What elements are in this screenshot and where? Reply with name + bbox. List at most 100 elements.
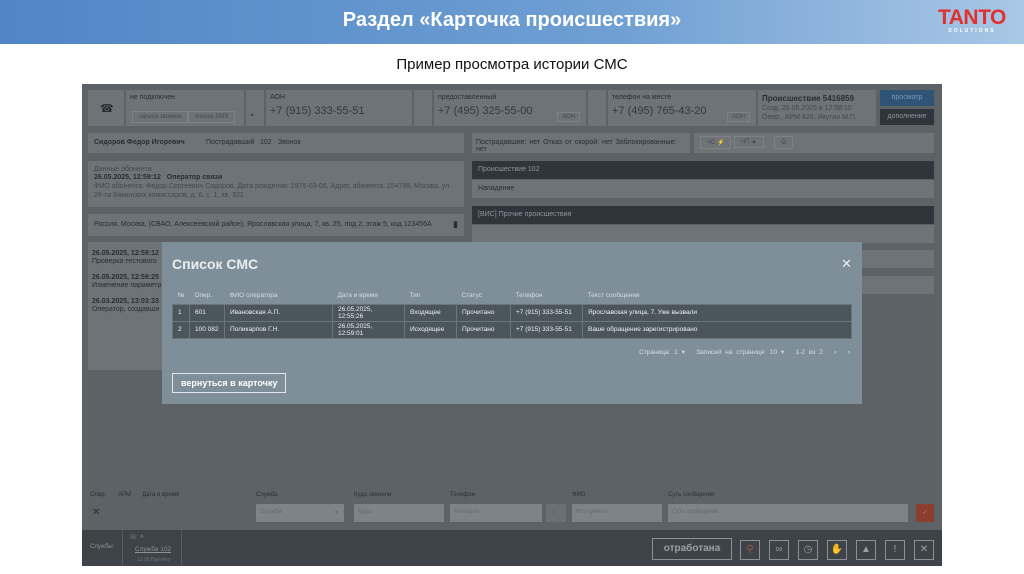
- cell: Ваше обращение зарегистрировано: [581, 320, 853, 339]
- aon-field: АОН +7 (915) 333-55-51: [266, 90, 412, 126]
- print-icon[interactable]: ⎙: [774, 136, 793, 149]
- subscriber-datetime: 26.05.2025, 12:59:12: [94, 174, 161, 181]
- emergency-buttons: ЧС ⚡ ЧП ▲ ⎙: [694, 133, 934, 153]
- back-to-card-button[interactable]: вернуться в карточку: [172, 373, 287, 393]
- fio-input[interactable]: Кто принял: [572, 504, 662, 522]
- chevron-left-icon[interactable]: ‹: [834, 349, 836, 356]
- close-icon[interactable]: ✕: [841, 256, 852, 272]
- cell: 100 082: [188, 320, 225, 339]
- cell: Ивановская А.П.: [223, 303, 333, 322]
- provided-phone-field: предоставленный +7 (495) 325-55-00 АОН: [434, 90, 586, 126]
- eis-body: [472, 225, 934, 243]
- subscriber-label: Данные абонента: [94, 166, 152, 173]
- incident-type-text: Нападение: [478, 185, 515, 192]
- addition-button[interactable]: дополнение: [880, 109, 934, 125]
- service-status: 13:58 Принято: [137, 557, 171, 563]
- phone-sms-icons-2[interactable]: [414, 90, 432, 126]
- caller-role: Пострадавший: [206, 139, 255, 146]
- phone-input[interactable]: Телефон: [450, 504, 542, 522]
- link-icon[interactable]: ∞: [769, 540, 789, 560]
- address-text: Россия, Москва, (СВАО, Алексеевский райо…: [94, 221, 432, 228]
- service-name: Служба 102: [135, 546, 172, 553]
- sms-list-button[interactable]: список SMS: [188, 111, 236, 123]
- message-label: Суть сообщения: [668, 492, 715, 498]
- aon-button[interactable]: АОН: [557, 112, 580, 122]
- app-screenshot: ☎ не подключен записи звонков список SMS…: [82, 84, 942, 566]
- to-input[interactable]: Куда: [354, 504, 444, 522]
- hangup-button[interactable]: ☎: [88, 90, 124, 126]
- cs-button[interactable]: ЧС ⚡: [700, 136, 732, 149]
- col-oper: Опер.: [194, 292, 213, 300]
- timer-icon[interactable]: ◷: [798, 540, 818, 560]
- phone-sms-icons-3[interactable]: [588, 90, 606, 126]
- line-status: не подключен записи звонков список SMS: [126, 90, 244, 126]
- page-select[interactable]: Страница: 1: [639, 349, 678, 356]
- history-text: Оператор, создавши: [92, 306, 160, 313]
- fio-label: ФИО: [572, 492, 586, 498]
- cell: Исходящее: [403, 320, 457, 339]
- message-input[interactable]: Суть сообщения: [668, 504, 908, 522]
- table-row[interactable]: 2 100 082 Поликарпов Г.Н. 26.05.2025, 12:59…: [172, 320, 853, 339]
- cell: Входящее: [403, 303, 457, 322]
- hand-icon[interactable]: ✋: [827, 540, 847, 560]
- incident-operator: Опер., АРМ 426, Якутин М.П.: [762, 114, 857, 121]
- cp-button[interactable]: ЧП ▲: [734, 136, 764, 148]
- victims-flag: Пострадавшие: нет: [476, 139, 541, 146]
- map-icon[interactable]: ▮: [453, 219, 458, 230]
- subscriber-source: Оператор связи: [166, 174, 223, 181]
- chevron-right-icon[interactable]: ›: [848, 349, 850, 356]
- incident-created: Созд. 26.05.2025 в 12:58:10: [762, 105, 852, 112]
- phone-icon[interactable]: ☎: [546, 504, 566, 522]
- cell: +7 (915) 333-55-51: [509, 303, 583, 322]
- pagination: Страница: 1 ▾ Записей на странице: 10 ▾ …: [639, 349, 850, 356]
- aon-phone: +7 (915) 333-55-51: [270, 105, 365, 117]
- service-tab[interactable]: ☏ ˄ Служба 102 13:58 Принято: [122, 530, 182, 566]
- aon-button-2[interactable]: АОН: [727, 112, 750, 122]
- slide-subtitle: Пример просмотра истории СМС: [396, 56, 628, 73]
- phone-label: Телефон: [450, 492, 475, 498]
- provided-phone: +7 (495) 325-55-00: [438, 105, 533, 117]
- slide-header: Раздел «Карточка происшествия» TANTO SOLU…: [0, 0, 1024, 44]
- col-number: №: [177, 292, 185, 300]
- history-text: Изменение параметр: [92, 282, 162, 289]
- page-range: 1-2 из 2: [795, 349, 823, 356]
- subscriber-details: ФИО абонента: Федор Сергеевич Сидоров, Д…: [94, 183, 452, 199]
- incident-service: Происшествие 102: [478, 166, 540, 173]
- incident-summary: Происшествие 5416859 Созд. 26.05.2025 в …: [758, 90, 876, 126]
- table-row[interactable]: 1 601 Ивановская А.П. 26.05.2025, 12:55:26 В…: [172, 303, 853, 322]
- onsite-phone: +7 (495) 765-43-20: [612, 105, 707, 117]
- call-records-button[interactable]: записи звонков: [132, 111, 189, 123]
- sms-list-modal: Список СМС ✕ № Опер. ФИО оператора Дата …: [162, 242, 862, 404]
- close-icon[interactable]: ✕: [92, 507, 100, 518]
- incident-type: Нападение: [472, 180, 934, 198]
- history-time: 26.05.2025, 12:59:25: [92, 274, 159, 281]
- tanto-logo: TANTO SOLUTIONS: [938, 6, 1006, 34]
- cell: 26.05.2025, 12:55:26: [331, 303, 405, 322]
- col-phone: Телефон: [515, 292, 543, 300]
- caller-type: Звонок: [278, 139, 301, 146]
- done-button[interactable]: отработана: [652, 538, 732, 560]
- eis-header: [ВИС] Прочие происшествия: [472, 206, 934, 224]
- caller-name: Сидоров Федор Игоревич: [94, 139, 185, 146]
- submit-check-icon[interactable]: ✓: [916, 504, 934, 522]
- sms-table: № Опер. ФИО оператора Дата и время Тип С…: [172, 288, 853, 339]
- phone-sms-icons[interactable]: ▪: [246, 90, 264, 126]
- alarm-icon[interactable]: ▲: [856, 540, 876, 560]
- location-pin-icon[interactable]: ⚲: [740, 540, 760, 560]
- address-field: Россия, Москва, (СВАО, Алексеевский райо…: [88, 214, 464, 236]
- aon-label: АОН: [270, 94, 286, 101]
- history-text: Проверка тестового: [92, 258, 157, 265]
- alert-message-icon[interactable]: !: [885, 540, 905, 560]
- view-button[interactable]: просмотр: [880, 90, 934, 106]
- cell: 601: [188, 303, 225, 322]
- chevron-down-icon: ▾: [334, 510, 338, 516]
- per-page-select[interactable]: Записей на странице: 10: [696, 349, 777, 356]
- connection-status: не подключен: [130, 94, 176, 101]
- onsite-label: телефон на месте: [612, 94, 672, 101]
- close-card-icon[interactable]: ✕: [914, 540, 934, 560]
- phone-icon: ☏ ˄: [129, 534, 144, 541]
- cell: Ярославская улица, 7. Уже вызвали: [581, 303, 853, 322]
- to-label: Куда звонили: [354, 492, 392, 498]
- provided-label: предоставленный: [438, 94, 497, 101]
- service-select[interactable]: Служба ▾: [256, 504, 344, 522]
